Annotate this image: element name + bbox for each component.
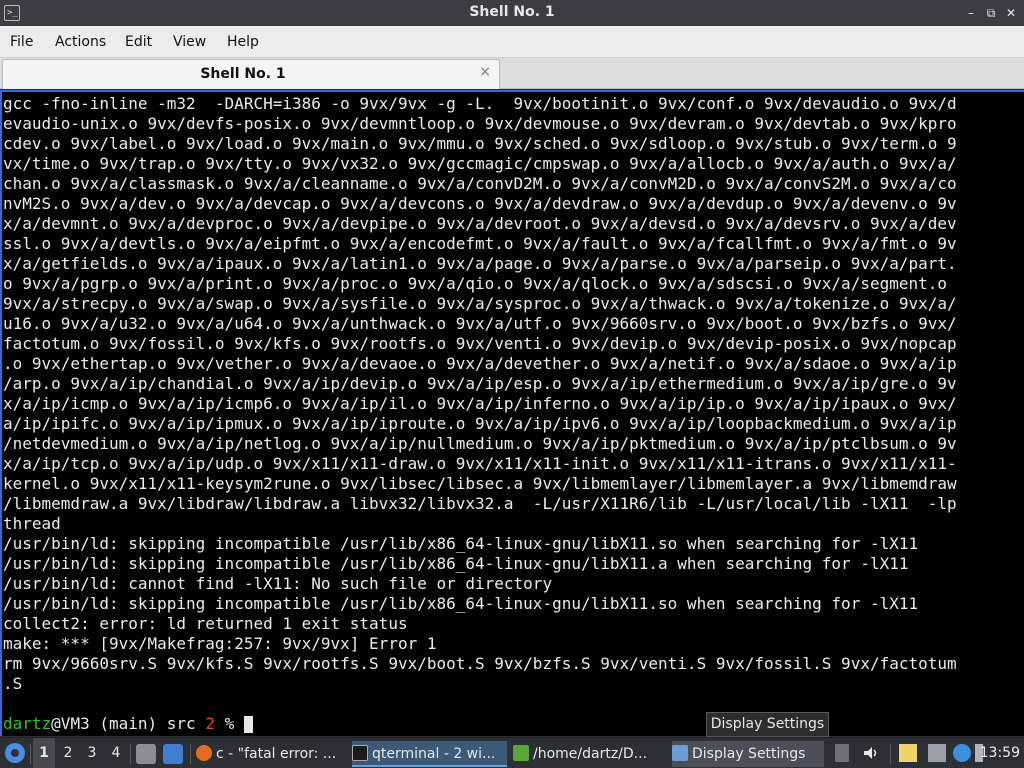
taskbar-separator <box>190 744 191 764</box>
terminal-icon <box>352 745 368 761</box>
terminal-line: ssl.o 9vx/a/devtls.o 9vx/a/eipfmt.o 9vx/… <box>3 234 957 253</box>
taskbar-separator <box>30 744 31 764</box>
task-qterminal[interactable]: qterminal - 2 wi... <box>352 741 507 767</box>
task-firefox[interactable]: c - "fatal error: ... <box>196 741 346 767</box>
clipboard-icon[interactable] <box>899 744 917 762</box>
minimize-button[interactable]: – <box>962 4 980 22</box>
file-manager-icon <box>513 745 529 761</box>
menu-file[interactable]: File <box>10 34 33 50</box>
firefox-icon <box>196 745 212 761</box>
terminal-line: vx/time.o 9vx/trap.o 9vx/tty.o 9vx/vx32.… <box>3 154 957 173</box>
terminal-line: u16.o 9vx/a/u32.o 9vx/a/u64.o 9vx/a/unth… <box>3 314 957 333</box>
display-icon <box>672 745 688 761</box>
terminal-line: /netdevmedium.o 9vx/a/ip/netlog.o 9vx/a/… <box>3 434 957 453</box>
menu-view[interactable]: View <box>173 34 206 50</box>
workspace-3[interactable]: 3 <box>81 738 103 768</box>
menu-help[interactable]: Help <box>227 34 259 50</box>
task-label: Display Settings <box>692 746 806 762</box>
terminal-line: a/ip/ipifc.o 9vx/a/ip/ipmux.o 9vx/a/ip/i… <box>3 414 957 433</box>
menu-edit[interactable]: Edit <box>125 34 152 50</box>
terminal-area[interactable]: gcc -fno-inline -m32 -DARCH=i386 -o 9vx/… <box>0 90 1024 736</box>
workspace-4[interactable]: 4 <box>105 738 127 768</box>
terminal-line: /libmemdraw.a 9vx/libdraw/libdraw.a libv… <box>3 494 957 513</box>
workspace-1[interactable]: 1 <box>33 738 55 768</box>
terminal-output: gcc -fno-inline -m32 -DARCH=i386 -o 9vx/… <box>3 94 1003 734</box>
clock[interactable]: 13:59 <box>980 738 1020 768</box>
close-button[interactable]: ✕ <box>1002 4 1020 22</box>
tooltip: Display Settings <box>706 712 829 737</box>
shell-prompt[interactable]: dartz@VM3 (main) src 2 % <box>3 714 1003 734</box>
scroll-tray-icon[interactable] <box>835 744 849 762</box>
tab-bar: Shell No. 1 × <box>0 58 1024 89</box>
terminal-scrollbar[interactable] <box>1002 92 1024 736</box>
taskbar: 1 2 3 4 c - "fatal error: ... qterminal … <box>0 737 1024 768</box>
terminal-line: x/a/ip/icmp.o 9vx/a/ip/icmp6.o 9vx/a/ip/… <box>3 394 957 413</box>
window-titlebar[interactable]: >_ Shell No. 1 – ⧉ ✕ <box>0 0 1024 26</box>
tab-shell-1[interactable]: Shell No. 1 × <box>2 59 500 89</box>
menu-actions[interactable]: Actions <box>55 34 106 50</box>
terminal-line: evaudio-unix.o 9vx/devfs-posix.o 9vx/dev… <box>3 114 957 133</box>
terminal-line: nvM2S.o 9vx/a/dev.o 9vx/a/devcap.o 9vx/a… <box>3 194 957 213</box>
terminal-line: gcc -fno-inline -m32 -DARCH=i386 -o 9vx/… <box>3 94 957 113</box>
task-label: /home/dartz/D... <box>533 746 648 762</box>
volume-icon[interactable] <box>862 744 880 762</box>
terminal-line: /usr/bin/ld: skipping incompatible /usr/… <box>3 534 919 553</box>
terminal-line: collect2: error: ld returned 1 exit stat… <box>3 614 408 633</box>
terminal-line: chan.o 9vx/a/classmask.o 9vx/a/cleanname… <box>3 174 957 193</box>
prompt-user: dartz <box>3 714 52 733</box>
task-file-manager[interactable]: /home/dartz/D... <box>513 741 665 767</box>
terminal-line: make: *** [9vx/Makefrag:257: 9vx/9vx] Er… <box>3 634 437 653</box>
terminal-line: x/a/devmnt.o 9vx/a/devproc.o 9vx/a/devpi… <box>3 214 957 233</box>
terminal-line: x/a/getfields.o 9vx/a/ipaux.o 9vx/a/lati… <box>3 254 957 273</box>
maximize-button[interactable]: ⧉ <box>982 4 1000 22</box>
workspace-2[interactable]: 2 <box>57 738 79 768</box>
menu-bar: File Actions Edit View Help <box>0 26 1024 58</box>
show-desktop-icon[interactable] <box>136 744 156 764</box>
file-manager-launcher-icon[interactable] <box>163 744 183 764</box>
terminal-line: factotum.o 9vx/fossil.o 9vx/kfs.o 9vx/ro… <box>3 334 957 353</box>
terminal-line: o 9vx/a/pgrp.o 9vx/a/print.o 9vx/a/proc.… <box>3 274 957 293</box>
task-label: qterminal - 2 wi... <box>372 746 496 762</box>
terminal-line: rm 9vx/9660srv.S 9vx/kfs.S 9vx/rootfs.S … <box>3 654 957 673</box>
terminal-line: 9vx/a/strecpy.o 9vx/a/swap.o 9vx/a/sysfi… <box>3 294 957 313</box>
tab-label: Shell No. 1 <box>200 66 286 82</box>
prompt-exit-code: 2 <box>205 714 215 733</box>
prompt-host-path: @VM3 (main) src <box>51 714 206 733</box>
text-cursor <box>243 716 253 733</box>
updates-icon[interactable] <box>953 744 971 762</box>
terminal-line: /usr/bin/ld: skipping incompatible /usr/… <box>3 554 909 573</box>
terminal-line: /usr/bin/ld: skipping incompatible /usr/… <box>3 594 919 613</box>
terminal-line: cdev.o 9vx/label.o 9vx/load.o 9vx/main.o… <box>3 134 957 153</box>
tab-close-icon[interactable]: × <box>479 64 491 80</box>
app-menu-icon[interactable] <box>5 743 25 763</box>
terminal-line: /arp.o 9vx/a/ip/chandial.o 9vx/a/ip/devi… <box>3 374 957 393</box>
task-display-settings[interactable]: Display Settings <box>672 741 824 767</box>
terminal-line: x/a/ip/tcp.o 9vx/a/ip/udp.o 9vx/x11/x11-… <box>3 454 957 473</box>
terminal-line: thread <box>3 514 61 533</box>
terminal-line: .o 9vx/ethertap.o 9vx/vether.o 9vx/a/dev… <box>3 354 957 373</box>
taskbar-separator <box>890 744 891 764</box>
terminal-line: .S <box>3 674 23 693</box>
network-icon[interactable] <box>928 744 946 762</box>
task-label: c - "fatal error: ... <box>216 746 337 762</box>
taskbar-separator <box>130 744 131 764</box>
terminal-line: kernel.o 9vx/x11/x11-keysym2rune.o 9vx/l… <box>3 474 957 493</box>
prompt-symbol: % <box>214 714 244 733</box>
terminal-line: /usr/bin/ld: cannot find -lX11: No such … <box>3 574 553 593</box>
window-title: Shell No. 1 <box>469 4 555 20</box>
